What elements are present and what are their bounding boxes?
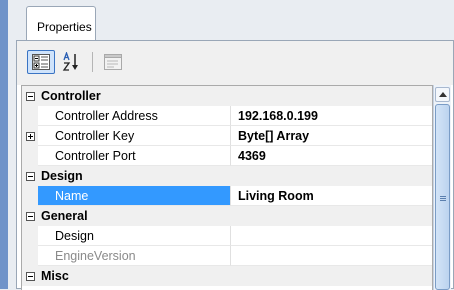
properties-panel: Controller Controller Address 192.168.0.… (16, 40, 454, 290)
row-gutter (22, 226, 38, 246)
property-row-name[interactable]: Name Living Room (22, 186, 432, 206)
category-row-misc[interactable]: Misc (22, 266, 432, 286)
tab-properties-label: Properties (37, 20, 92, 34)
row-gutter (22, 126, 38, 146)
expand-icon[interactable] (25, 131, 35, 141)
categorized-button[interactable] (27, 50, 55, 74)
category-gutter (22, 166, 38, 186)
property-pages-icon (104, 54, 122, 70)
property-value[interactable] (231, 246, 432, 266)
property-pages-button[interactable] (101, 50, 125, 74)
property-name: EngineVersion (38, 246, 231, 266)
category-gutter (22, 266, 38, 286)
tab-bar: Properties (8, 0, 454, 40)
property-value[interactable]: 4369 (231, 146, 432, 166)
category-row-design[interactable]: Design (22, 166, 432, 186)
category-gutter (22, 86, 38, 106)
row-gutter (22, 246, 38, 266)
vertical-scrollbar[interactable] (433, 85, 451, 290)
sort-alphabetical-button[interactable] (58, 50, 86, 74)
property-name: Controller Address (38, 106, 231, 126)
property-value[interactable]: Byte[] Array (231, 126, 432, 146)
property-row-engine-version[interactable]: EngineVersion (22, 246, 432, 266)
tab-properties[interactable]: Properties (26, 6, 96, 40)
window-edge (0, 0, 8, 289)
collapse-icon[interactable] (25, 211, 35, 221)
property-row-controller-port[interactable]: Controller Port 4369 (22, 146, 432, 166)
collapse-icon[interactable] (25, 91, 35, 101)
category-gutter (22, 206, 38, 226)
property-value[interactable]: 192.168.0.199 (231, 106, 432, 126)
property-name: Design (38, 226, 231, 246)
property-name: Controller Key (38, 126, 231, 146)
category-label: Design (41, 169, 83, 183)
row-gutter (22, 186, 38, 206)
categorized-icon (32, 54, 50, 70)
category-label: Controller (41, 89, 101, 103)
property-name: Name (38, 186, 231, 206)
property-value[interactable]: Living Room (231, 186, 432, 206)
property-row-controller-key[interactable]: Controller Key Byte[] Array (22, 126, 432, 146)
property-grid: Controller Controller Address 192.168.0.… (21, 85, 433, 290)
property-row-design[interactable]: Design (22, 226, 432, 246)
grip-line (440, 200, 446, 201)
grip-line (440, 196, 446, 197)
category-row-general[interactable]: General (22, 206, 432, 226)
category-label: Misc (41, 269, 69, 283)
grip-line (440, 198, 446, 199)
scroll-up-arrow-icon[interactable] (435, 87, 450, 102)
toolbar-separator (92, 52, 93, 72)
row-gutter (22, 106, 38, 126)
collapse-icon[interactable] (25, 171, 35, 181)
property-row-controller-address[interactable]: Controller Address 192.168.0.199 (22, 106, 432, 126)
sort-alphabetical-icon (62, 52, 78, 71)
category-row-controller[interactable]: Controller (22, 86, 432, 106)
property-name: Controller Port (38, 146, 231, 166)
property-value[interactable] (231, 226, 432, 246)
row-gutter (22, 146, 38, 166)
scroll-thumb[interactable] (435, 104, 450, 290)
property-grid-toolbar (17, 41, 453, 85)
collapse-icon[interactable] (25, 271, 35, 281)
category-label: General (41, 209, 88, 223)
